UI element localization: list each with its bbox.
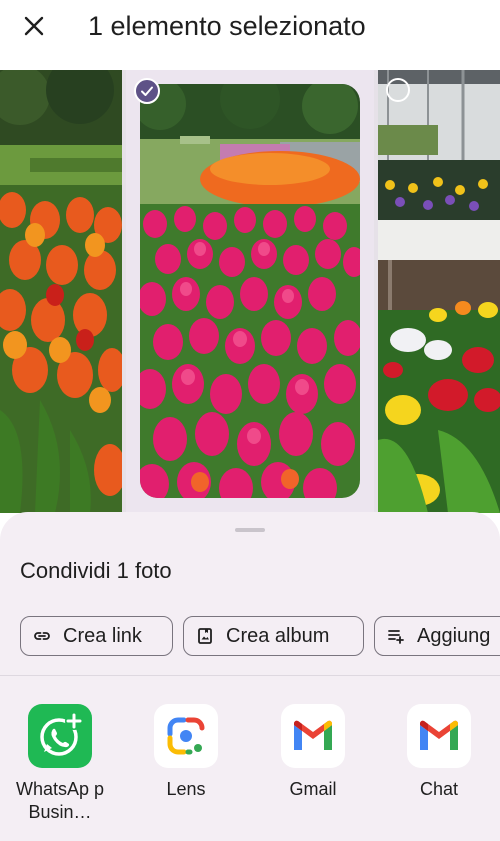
- app-label-whatsapp-business: WhatsAp p Busin…: [15, 779, 105, 822]
- drag-handle[interactable]: [235, 528, 265, 532]
- close-icon: [24, 16, 44, 36]
- share-sheet-title: Condividi 1 foto: [20, 558, 172, 583]
- add-to-label: Aggiung: [417, 624, 491, 647]
- select-circle-badge[interactable]: [386, 78, 410, 102]
- create-link-label: Crea link: [63, 624, 142, 647]
- top-app-bar: 1 elemento selezionato: [0, 0, 500, 60]
- selected-check-badge[interactable]: [134, 78, 160, 104]
- google-lens-icon: [154, 704, 218, 768]
- selected-photo-frame: [140, 84, 360, 498]
- app-label-gmail: Gmail: [289, 779, 337, 799]
- section-divider: [0, 675, 500, 676]
- close-button[interactable]: [14, 6, 54, 46]
- gmail-chat-icon: [407, 704, 471, 768]
- add-to-chip[interactable]: Aggiung: [374, 616, 500, 656]
- gmail-icon: [281, 704, 345, 768]
- app-label-lens: Lens: [166, 779, 206, 799]
- create-album-chip[interactable]: Crea album: [183, 616, 364, 656]
- share-sheet: Condividi 1 foto Crea link Crea album Ag…: [0, 512, 500, 841]
- create-link-chip[interactable]: Crea link: [20, 616, 173, 656]
- check-icon: [141, 86, 153, 96]
- app-gmail[interactable]: Gmail: [263, 704, 363, 801]
- album-icon: [196, 627, 214, 645]
- whatsapp-business-icon: [28, 704, 92, 768]
- playlist-add-icon: [387, 627, 405, 645]
- photo-greenhouse[interactable]: [378, 70, 500, 513]
- app-whatsapp-business[interactable]: WhatsAp p Busin…: [10, 704, 110, 824]
- link-icon: [33, 627, 51, 645]
- app-chat[interactable]: Chat: [389, 704, 489, 801]
- share-actions-row: Crea link Crea album Aggiung: [20, 616, 500, 656]
- photo-pink-tulips[interactable]: [126, 70, 374, 513]
- photo-strip: [0, 70, 500, 513]
- app-label-chat: Chat: [419, 779, 459, 799]
- photo-orange-tulips[interactable]: [0, 70, 122, 513]
- page-title: 1 elemento selezionato: [88, 11, 366, 41]
- app-lens[interactable]: Lens: [136, 704, 236, 801]
- create-album-label: Crea album: [226, 624, 330, 647]
